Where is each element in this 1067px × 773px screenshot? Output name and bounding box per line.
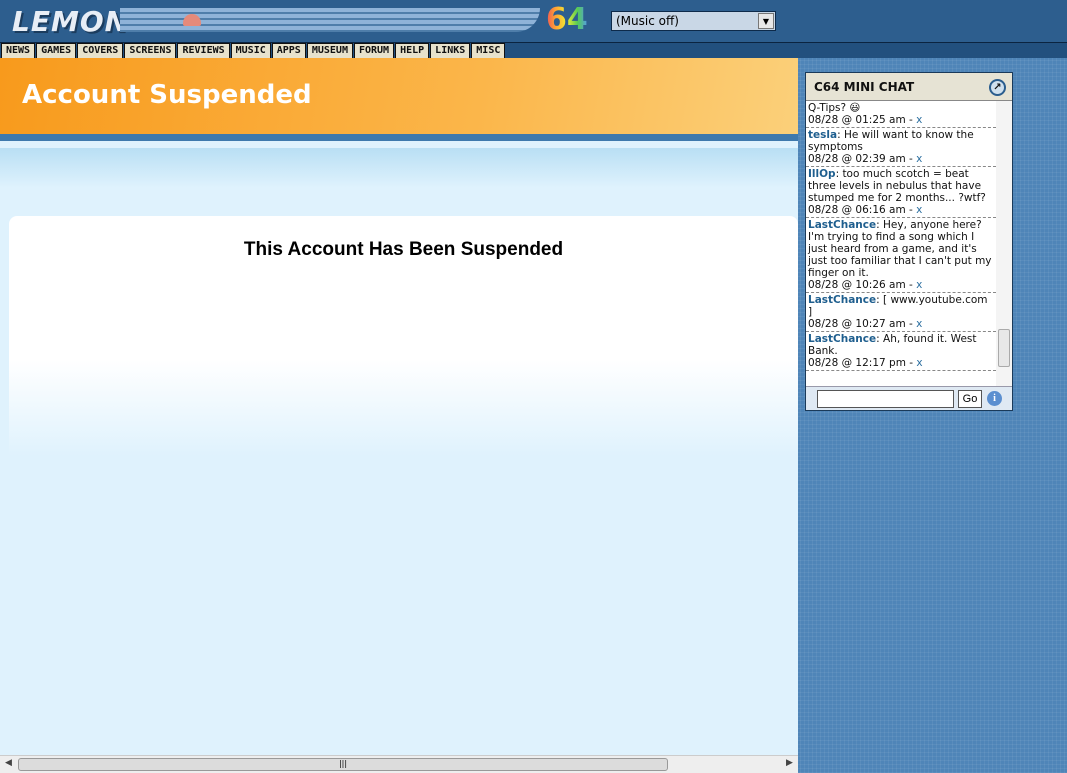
go-button[interactable]: Go: [958, 390, 982, 408]
nav-links[interactable]: LINKS: [430, 43, 471, 59]
lemon-logo[interactable]: LEMON: [12, 5, 129, 38]
info-icon[interactable]: i: [987, 391, 1002, 406]
nav-apps[interactable]: APPS: [271, 43, 306, 59]
chat-time: 08/28 @ 12:17 pm -: [808, 357, 917, 369]
chat-username[interactable]: IllOp: [808, 168, 836, 180]
scroll-right-icon[interactable]: ▶: [786, 758, 793, 768]
nav-news[interactable]: NEWS: [1, 43, 36, 59]
scroll-left-icon[interactable]: ◀: [5, 758, 12, 768]
chat-time: 08/28 @ 02:39 am -: [808, 153, 917, 165]
chat-username[interactable]: tesla: [808, 129, 837, 141]
nav-covers[interactable]: COVERS: [77, 43, 124, 59]
chat-text: : too much scotch = beat three levels in…: [808, 168, 986, 204]
chat-message: LastChance: Ah, found it. West Bank. 08/2…: [806, 332, 996, 371]
chat-messages: Q-Tips? 😃 08/28 @ 01:25 am - x tesla: He w…: [806, 101, 996, 387]
chat-header: C64 MINI CHAT ↗: [806, 73, 1012, 101]
site-header: LEMON 64 (Music off) ▼: [0, 0, 1067, 42]
nav-misc[interactable]: MISC: [471, 43, 506, 59]
banner-band: [0, 148, 798, 188]
chat-message: tesla: He will want to know the symptoms…: [806, 128, 996, 167]
chat-time: 08/28 @ 10:27 am -: [808, 318, 917, 330]
chat-footer: Go i: [806, 386, 1012, 410]
scrollbar-thumb[interactable]: |||: [18, 758, 668, 771]
delete-link[interactable]: x: [916, 114, 922, 126]
nav-music[interactable]: MUSIC: [230, 43, 271, 59]
page-title: Account Suspended: [22, 80, 312, 110]
chat-message: LastChance: Hey, anyone here? I'm trying…: [806, 218, 996, 293]
chat-message: IllOp: too much scotch = beat three leve…: [806, 167, 996, 218]
suspended-message: This Account Has Been Suspended: [243, 239, 564, 260]
chat-message: LastChance: [ www.youtube.com ] 08/28 @ 1…: [806, 293, 996, 332]
chat-message: Q-Tips? 😃 08/28 @ 01:25 am - x: [806, 101, 996, 128]
nav-help[interactable]: HELP: [395, 43, 430, 59]
chat-time: 08/28 @ 06:16 am -: [808, 204, 917, 216]
chat-input[interactable]: [817, 390, 954, 408]
chat-username[interactable]: LastChance: [808, 219, 876, 231]
chat-time: 08/28 @ 10:26 am -: [808, 279, 917, 291]
chat-scrollbar-thumb[interactable]: [998, 329, 1010, 367]
chat-username[interactable]: LastChance: [808, 294, 876, 306]
mushroom-icon: [183, 14, 201, 26]
chat-scrollbar[interactable]: [996, 101, 1012, 387]
chat-time: 08/28 @ 01:25 am -: [808, 114, 917, 126]
main-content: Account Suspended This Account Has Been …: [0, 58, 798, 755]
mini-chat: C64 MINI CHAT ↗ Q-Tips? 😃 08/28 @ 01:25 am…: [805, 72, 1013, 411]
banner: Account Suspended: [0, 58, 798, 141]
delete-link[interactable]: x: [916, 357, 922, 369]
nav-forum[interactable]: FORUM: [353, 43, 395, 59]
music-select[interactable]: (Music off) ▼: [611, 11, 776, 31]
main-nav: NEWS GAMES COVERS SCREENS REVIEWS MUSIC APPS MU…: [0, 42, 1067, 59]
chat-text: Q-Tips? 😃: [808, 102, 861, 114]
nav-reviews[interactable]: REVIEWS: [177, 43, 230, 59]
delete-link[interactable]: x: [916, 279, 922, 291]
delete-link[interactable]: x: [916, 153, 922, 165]
nav-museum[interactable]: MUSEUM: [306, 43, 353, 59]
chat-username[interactable]: LastChance: [808, 333, 876, 345]
horizontal-scrollbar[interactable]: ◀ ||| ▶: [0, 755, 798, 773]
nav-screens[interactable]: SCREENS: [124, 43, 177, 59]
chat-title: C64 MINI CHAT: [814, 80, 915, 94]
delete-link[interactable]: x: [916, 204, 922, 216]
c64-logo: 64: [546, 2, 588, 37]
music-select-value: (Music off): [616, 14, 679, 28]
content-box: This Account Has Been Suspended: [9, 216, 798, 456]
chevron-down-icon[interactable]: ▼: [758, 13, 774, 29]
nav-games[interactable]: GAMES: [36, 43, 77, 59]
popout-icon[interactable]: ↗: [989, 79, 1006, 96]
delete-link[interactable]: x: [916, 318, 922, 330]
